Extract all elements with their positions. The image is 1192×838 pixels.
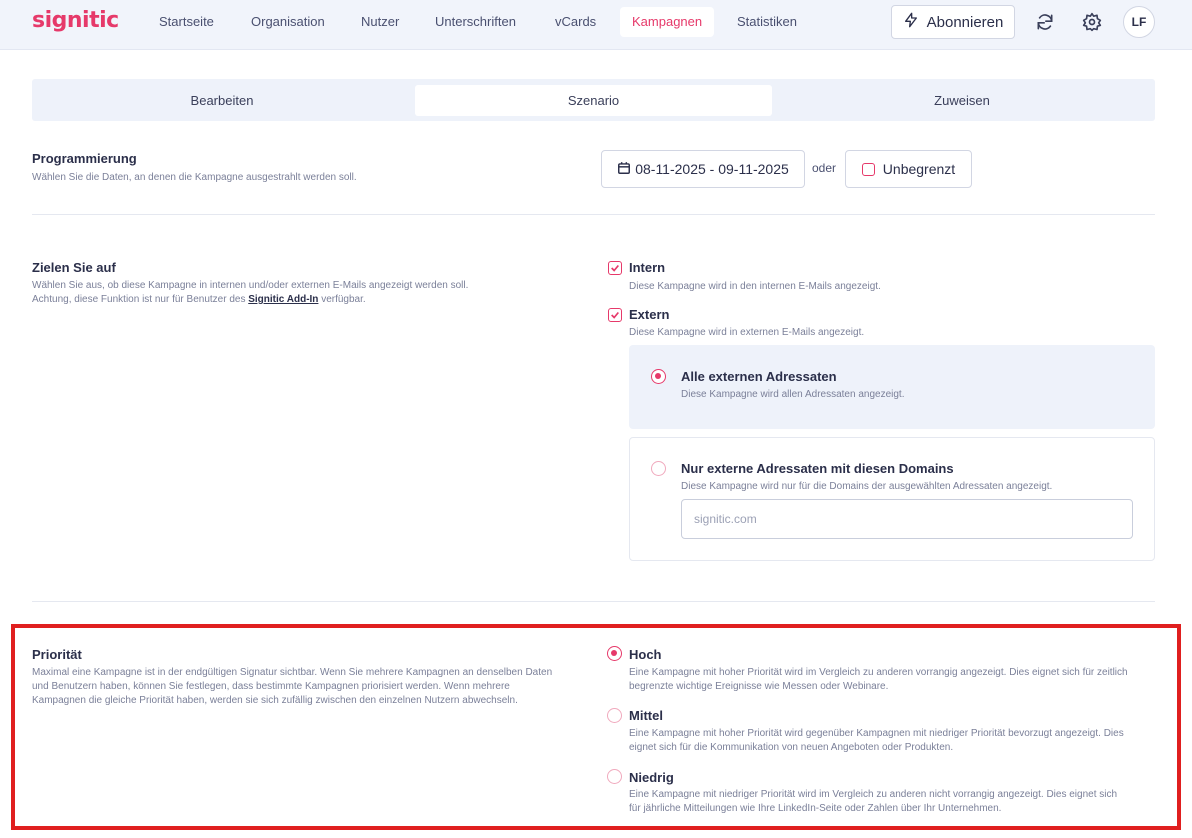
extern-desc: Diese Kampagne wird in externen E-Mails … (629, 327, 865, 338)
nav-item-vcards[interactable]: vCards (543, 7, 608, 37)
nav-item-organisation[interactable]: Organisation (239, 7, 337, 37)
subscribe-button[interactable]: Abonnieren (891, 5, 1015, 39)
nav-item-unterschriften[interactable]: Unterschriften (423, 7, 528, 37)
signitic-logo[interactable]: signitic (32, 8, 119, 33)
gear-icon[interactable] (1080, 10, 1104, 34)
date-range-button[interactable]: 08-11-2025 - 09-11-2025 (601, 150, 805, 188)
section-divider (32, 214, 1155, 215)
user-avatar[interactable]: LF (1123, 6, 1155, 38)
tab-zuweisen[interactable]: Zuweisen (777, 85, 1147, 116)
subscribe-label: Abonnieren (926, 13, 1004, 31)
domains-label: Nur externe Adressaten mit diesen Domain… (681, 461, 954, 476)
scenario-tabbar: Bearbeiten Szenario Zuweisen (32, 79, 1155, 121)
extern-checkbox[interactable] (608, 308, 622, 322)
all-external-radio[interactable] (651, 369, 666, 384)
section-divider (32, 601, 1155, 602)
signitic-addin-link[interactable]: Signitic Add-In (248, 294, 318, 305)
intern-checkbox[interactable] (608, 261, 622, 275)
unlimited-button[interactable]: Unbegrenzt (845, 150, 972, 188)
domains-desc: Diese Kampagne wird nur für die Domains … (681, 481, 1053, 492)
domains-radio[interactable] (651, 461, 666, 476)
check-icon (611, 264, 619, 272)
domains-input[interactable] (681, 499, 1133, 539)
nav-item-nutzer[interactable]: Nutzer (349, 7, 411, 37)
refresh-icon[interactable] (1033, 10, 1057, 34)
target-desc: Wählen Sie aus, ob diese Kampagne in int… (32, 280, 469, 305)
tab-szenario[interactable]: Szenario (415, 85, 772, 116)
all-external-option-card[interactable] (629, 345, 1155, 429)
target-title: Zielen Sie auf (32, 260, 116, 275)
priority-highlight-frame (11, 624, 1181, 830)
all-external-desc: Diese Kampagne wird allen Adressaten ang… (681, 389, 905, 400)
extern-label: Extern (629, 307, 670, 322)
all-external-label: Alle externen Adressaten (681, 369, 837, 384)
top-navbar: signitic Startseite Organisation Nutzer … (0, 0, 1192, 50)
nav-item-kampagnen[interactable]: Kampagnen (620, 7, 715, 37)
or-label: oder (812, 161, 837, 175)
nav-item-statistiken[interactable]: Statistiken (725, 7, 809, 37)
unlimited-checkbox[interactable] (861, 162, 875, 176)
unlimited-label: Unbegrenzt (882, 161, 956, 177)
calendar-icon (617, 161, 631, 178)
tab-bearbeiten[interactable]: Bearbeiten (37, 85, 407, 116)
lightning-icon (903, 12, 919, 32)
date-range-value: 08-11-2025 - 09-11-2025 (635, 161, 789, 177)
programming-title: Programmierung (32, 151, 137, 166)
intern-desc: Diese Kampagne wird in den internen E-Ma… (629, 281, 881, 292)
check-icon (611, 311, 619, 319)
nav-item-startseite[interactable]: Startseite (147, 7, 226, 37)
programming-desc: Wählen Sie die Daten, an denen die Kampa… (32, 172, 357, 183)
intern-label: Intern (629, 260, 666, 275)
